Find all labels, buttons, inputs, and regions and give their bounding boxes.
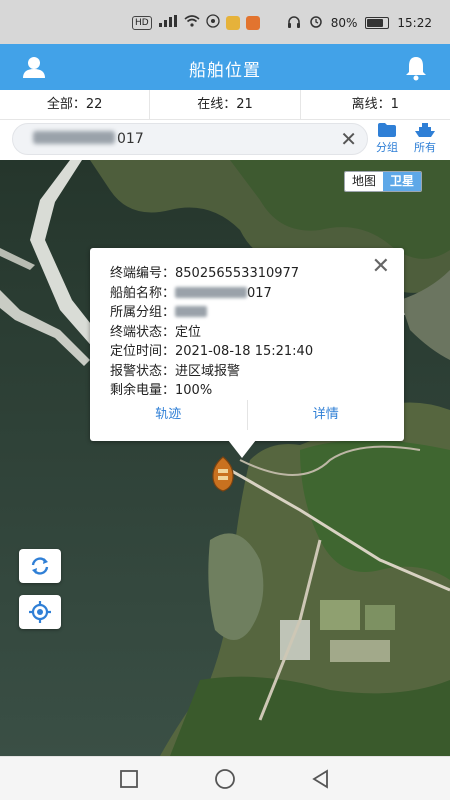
status-right: 80% 15:22 — [287, 14, 432, 31]
terminal-status-value: 定位 — [175, 324, 202, 340]
location-time-value: 2021-08-18 15:21:40 — [175, 344, 314, 359]
battery-percent: 80% — [330, 15, 358, 30]
search-input[interactable]: 017 ✕ — [12, 123, 368, 155]
recent-apps-icon[interactable] — [118, 768, 140, 790]
redacted-text — [175, 286, 248, 298]
ship-info-list: 终端编号：850256553310977 船舶名称： 017 所属分组： 终端状态… — [110, 264, 313, 401]
info-row-group: 所属分组： — [110, 303, 313, 323]
terminal-status-label: 终端状态： — [110, 324, 176, 340]
redacted-text — [33, 131, 115, 144]
refresh-button[interactable] — [19, 549, 61, 583]
battery-fill — [367, 18, 384, 27]
battery-icon — [365, 16, 390, 29]
map-type-toggle: 地图 卫星 — [344, 171, 423, 192]
app-badge-icon — [225, 15, 240, 30]
redacted-text — [175, 306, 208, 317]
stat-offline[interactable]: 离线：1 — [301, 90, 450, 119]
search-value-suffix: 017 — [117, 131, 144, 147]
headphones-icon — [287, 15, 301, 31]
alarm-status-value: 进区域报警 — [175, 363, 241, 379]
info-row-location-time: 定位时间：2021-08-18 15:21:40 — [110, 342, 313, 362]
satellite-map[interactable]: 地图 卫星 ✕ 终端编号：850256553310977 船舶名称： 017 所属… — [0, 160, 450, 756]
page-title: 船舶位置 — [189, 61, 261, 81]
ship-name-suffix: 017 — [247, 285, 272, 301]
info-row-alarm-status: 报警状态：进区域报警 — [110, 362, 313, 382]
terminal-id-label: 终端编号： — [110, 266, 176, 281]
home-icon[interactable] — [214, 768, 236, 790]
status-bar: HD 80% 15:22 — [0, 0, 450, 44]
refresh-icon — [31, 557, 49, 575]
popup-actions: 轨迹 详情 — [90, 400, 404, 430]
location-time-label: 定位时间： — [110, 344, 176, 359]
locate-button[interactable] — [19, 595, 61, 629]
back-icon[interactable] — [310, 768, 332, 790]
satellite-view-button[interactable]: 卫星 — [383, 172, 422, 191]
all-ships-label: 所有 — [414, 141, 436, 154]
all-ships-button[interactable]: 所有 — [408, 122, 442, 155]
folder-icon — [378, 123, 396, 137]
search-row: 017 ✕ 分组 所有 — [0, 120, 450, 160]
bell-icon[interactable] — [402, 54, 430, 82]
clock-time: 15:22 — [397, 15, 432, 30]
hd-badge: HD — [132, 15, 152, 30]
locate-target-icon — [29, 601, 51, 623]
details-link[interactable]: 详情 — [248, 400, 405, 430]
group-button-label: 分组 — [376, 141, 398, 154]
vessel-stats-bar: 全部：22 在线：21 离线：1 — [0, 90, 450, 120]
system-nav-bar — [0, 756, 450, 800]
alarm-icon — [309, 14, 323, 31]
alarm-status-label: 报警状态： — [110, 363, 176, 379]
ship-name-label: 船舶名称： — [110, 285, 176, 301]
info-row-terminal-id: 终端编号：850256553310977 — [110, 264, 313, 284]
terminal-id-value: 850256553310977 — [175, 266, 300, 281]
group-label: 所属分组： — [110, 305, 176, 320]
search-input-value: 017 — [33, 131, 144, 147]
stat-all[interactable]: 全部：22 — [0, 90, 151, 119]
app-header: 船舶位置 — [0, 44, 450, 90]
group-button[interactable]: 分组 — [370, 122, 404, 155]
app-badge-icon-2 — [245, 15, 260, 30]
info-row-battery: 剩余电量：100% — [110, 381, 313, 401]
close-icon[interactable]: ✕ — [340, 129, 357, 149]
track-link[interactable]: 轨迹 — [90, 400, 248, 430]
map-view-button[interactable]: 地图 — [345, 172, 384, 191]
boat-marker-icon[interactable] — [210, 456, 236, 496]
wifi-icon — [184, 15, 200, 30]
battery-value: 100% — [175, 383, 213, 398]
close-icon[interactable]: ✕ — [372, 256, 390, 278]
info-row-ship-name: 船舶名称： 017 — [110, 284, 313, 304]
info-row-terminal-status: 终端状态：定位 — [110, 323, 313, 343]
ship-info-popup: ✕ 终端编号：850256553310977 船舶名称： 017 所属分组： 终端… — [90, 248, 404, 441]
stat-online[interactable]: 在线：21 — [150, 90, 301, 119]
cell-signal-icon — [158, 15, 178, 30]
ship-icon — [415, 123, 435, 137]
app-notification-icon — [206, 14, 220, 31]
status-left: HD — [132, 14, 260, 31]
battery-label: 剩余电量： — [110, 383, 176, 398]
